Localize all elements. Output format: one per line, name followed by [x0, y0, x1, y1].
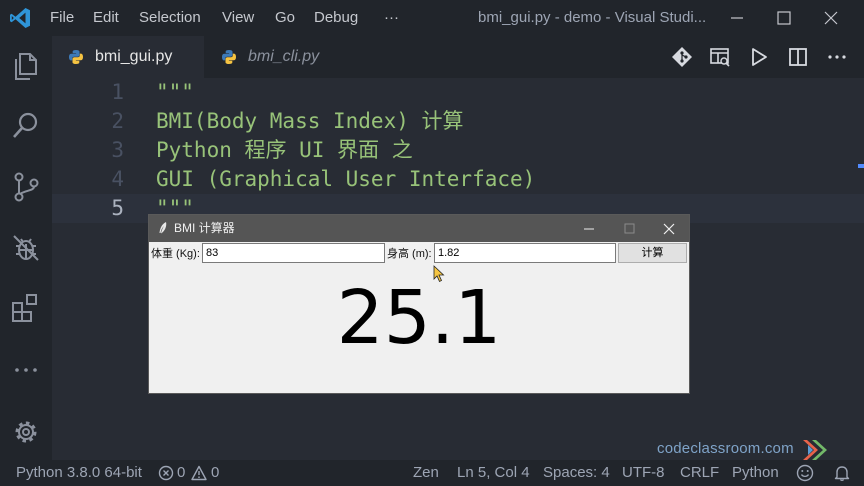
bmi-result: 25.1: [336, 275, 502, 361]
code-line[interactable]: 4 GUI (Graphical User Interface): [52, 165, 864, 194]
mouse-cursor-icon: [433, 265, 445, 283]
menu-go[interactable]: Go: [275, 0, 295, 36]
tab-label: bmi_cli.py: [248, 48, 320, 65]
activity-bar: [0, 36, 52, 460]
menu-debug[interactable]: Debug: [314, 0, 358, 36]
scrollbar-marker: [858, 164, 864, 168]
window-title: bmi_gui.py - demo - Visual Studi...: [478, 9, 707, 26]
menu-view[interactable]: View: [222, 0, 254, 36]
tk-title-bar[interactable]: BMI 计算器: [149, 215, 689, 242]
code-line[interactable]: 1 """: [52, 78, 864, 107]
python-file-icon: [69, 50, 83, 64]
line-number: 4: [111, 167, 124, 191]
line-number: 1: [111, 80, 124, 104]
code-line[interactable]: 3 Python 程序 UI 界面 之: [52, 136, 864, 165]
tk-maximize-icon[interactable]: [609, 215, 649, 242]
tk-window-title: BMI 计算器: [174, 221, 235, 235]
weight-input[interactable]: 83: [202, 243, 385, 263]
tk-feather-icon: [159, 222, 167, 234]
minimize-icon[interactable]: [714, 0, 760, 36]
line-text: BMI(Body Mass Index) 计算: [156, 109, 464, 133]
file-encoding[interactable]: UTF-8: [622, 460, 665, 486]
line-number: 3: [111, 138, 124, 162]
menu-more[interactable]: ···: [384, 0, 399, 36]
tab-label: bmi_gui.py: [95, 48, 173, 65]
warning-count[interactable]: 0: [211, 460, 219, 486]
extensions-icon[interactable]: [8, 290, 44, 326]
status-bar: Python 3.8.0 64-bit 0 0 Zen Ln 5, Col 4 …: [0, 460, 864, 486]
line-text: GUI (Graphical User Interface): [156, 167, 536, 191]
error-icon[interactable]: [158, 465, 174, 481]
run-icon[interactable]: [746, 44, 772, 70]
more-icon[interactable]: [8, 352, 44, 388]
more-actions-icon[interactable]: [824, 44, 850, 70]
notifications-bell-icon[interactable]: [833, 464, 851, 482]
zen-mode[interactable]: Zen: [413, 460, 439, 486]
maximize-icon[interactable]: [761, 0, 807, 36]
close-icon[interactable]: [808, 0, 854, 36]
title-bar: File Edit Selection View Go Debug ··· bm…: [0, 0, 864, 36]
calculate-button[interactable]: 计算: [618, 243, 687, 263]
source-control-icon[interactable]: [8, 169, 44, 205]
split-editor-icon[interactable]: [785, 44, 811, 70]
weight-label: 体重 (Kg):: [151, 248, 200, 260]
open-preview-icon[interactable]: [707, 44, 733, 70]
warning-icon[interactable]: [191, 465, 207, 481]
line-number: 2: [111, 109, 124, 133]
line-number: 5: [111, 196, 124, 220]
menu-selection[interactable]: Selection: [139, 0, 201, 36]
line-text: """: [156, 80, 194, 104]
debug-icon[interactable]: [8, 230, 44, 266]
settings-gear-icon[interactable]: [8, 414, 44, 450]
vscode-logo-icon: [10, 8, 30, 28]
explorer-icon[interactable]: [8, 48, 44, 84]
bmi-calculator-window: BMI 计算器 体重 (Kg): 83 身高 (m): 1.82 计算 25.1: [148, 214, 690, 394]
feedback-smiley-icon[interactable]: [796, 464, 814, 482]
git-compare-icon[interactable]: [669, 44, 695, 70]
language-mode[interactable]: Python: [732, 460, 779, 486]
line-text: Python 程序 UI 界面 之: [156, 138, 413, 162]
tab-bmi-cli[interactable]: bmi_cli.py: [205, 36, 353, 78]
error-count[interactable]: 0: [177, 460, 185, 486]
tab-bar: bmi_gui.py bmi_cli.py: [52, 36, 864, 78]
height-label: 身高 (m):: [387, 248, 432, 260]
line-endings[interactable]: CRLF: [680, 460, 719, 486]
height-input[interactable]: 1.82: [434, 243, 616, 263]
menu-file[interactable]: File: [50, 0, 74, 36]
indentation[interactable]: Spaces: 4: [543, 460, 610, 486]
cursor-position[interactable]: Ln 5, Col 4: [457, 460, 530, 486]
python-interpreter[interactable]: Python 3.8.0 64-bit: [16, 460, 142, 486]
code-line[interactable]: 2 BMI(Body Mass Index) 计算: [52, 107, 864, 136]
menu-edit[interactable]: Edit: [93, 0, 119, 36]
tab-bmi-gui[interactable]: bmi_gui.py: [52, 36, 204, 78]
watermark-text: codeclassroom.com: [657, 440, 794, 457]
search-icon[interactable]: [8, 108, 44, 144]
tk-close-icon[interactable]: [649, 215, 689, 242]
tk-minimize-icon[interactable]: [569, 215, 609, 242]
python-file-icon: [222, 50, 236, 64]
